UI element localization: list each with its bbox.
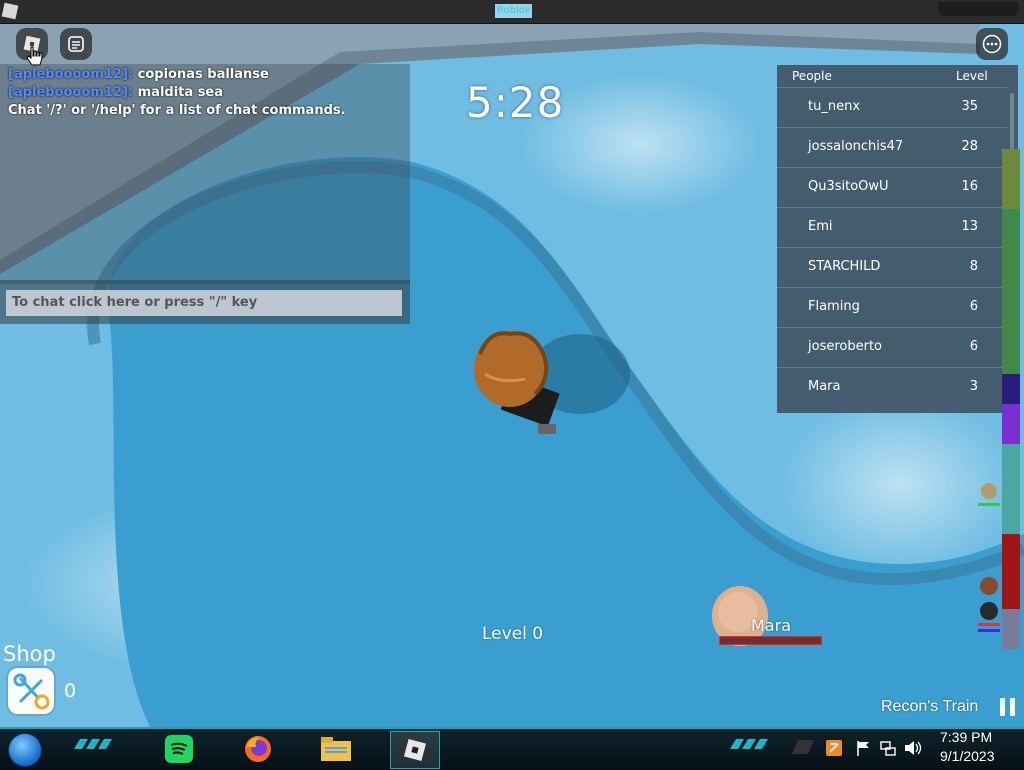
keyboard-icon[interactable] xyxy=(792,740,814,754)
taskbar-app-file-explorer[interactable] xyxy=(312,731,360,767)
chat-window: [apleboooom12]: copionas ballanse [apleb… xyxy=(0,64,410,324)
chat-message-author[interactable]: [apleboooom12]: xyxy=(8,67,133,82)
network-icon[interactable] xyxy=(880,740,896,756)
taskbar-decor-icon xyxy=(74,739,112,749)
chat-icon xyxy=(68,36,84,52)
chat-message: [apleboooom12]: copionas ballanse xyxy=(8,67,269,82)
leaderboard-header-people: People xyxy=(792,69,832,83)
leaderboard-row[interactable]: STARCHILD 8 xyxy=(777,247,1007,287)
clock-date[interactable]: 9/1/2023 xyxy=(940,748,995,764)
chat-input[interactable]: To chat click here or press "/" key xyxy=(6,290,402,316)
flag-icon[interactable] xyxy=(856,740,872,756)
spotify-icon xyxy=(165,735,193,763)
player-progress-strip xyxy=(1002,149,1020,649)
roblox-icon xyxy=(403,738,427,762)
train-label: Recon's Train xyxy=(881,698,979,715)
player-level: 28 xyxy=(961,139,978,154)
npc-name-tag: Mara xyxy=(751,616,791,635)
player-name: Qu3sitoOwU xyxy=(808,179,889,194)
leaderboard-row[interactable]: joseroberto 6 xyxy=(777,327,1007,367)
coins-count: 0 xyxy=(64,680,77,702)
player-name: Emi xyxy=(808,219,833,234)
player-level: 35 xyxy=(961,99,978,114)
file-explorer-icon xyxy=(321,737,351,761)
roblox-app-icon xyxy=(1,2,19,20)
taskbar-decor-icon xyxy=(730,739,768,749)
more-icon xyxy=(982,34,1002,54)
window-controls[interactable] xyxy=(938,2,1018,16)
player-level: 6 xyxy=(969,339,978,354)
chat-message-text: copionas ballanse xyxy=(137,67,269,82)
leaderboard-row[interactable]: Mara 3 xyxy=(777,367,1007,407)
leaderboard-row[interactable]: tu_nenx 35 xyxy=(777,87,1007,127)
shop-button[interactable] xyxy=(8,668,54,714)
chat-message-text: Chat '/?' or '/help' for a list of chat … xyxy=(8,103,346,118)
clock-time[interactable]: 7:39 PM xyxy=(940,729,992,745)
player-level: 8 xyxy=(969,259,978,274)
taskbar-app-spotify[interactable] xyxy=(155,731,203,767)
player-level: 16 xyxy=(961,179,978,194)
chat-input-bar: To chat click here or press "/" key xyxy=(0,280,410,324)
player-name: Flaming xyxy=(808,299,860,314)
chat-toggle-button[interactable] xyxy=(60,28,92,60)
window-titlebar: Roblox xyxy=(0,0,1024,24)
pause-icon[interactable] xyxy=(998,698,1018,716)
player-level: 6 xyxy=(969,299,978,314)
player-level: 3 xyxy=(969,379,978,394)
player-avatars-icon xyxy=(978,483,1000,632)
start-button[interactable] xyxy=(9,734,41,766)
chat-message-author[interactable]: [apleboooom12]: xyxy=(8,85,133,100)
chat-message: [apleboooom12]: maldita sea xyxy=(8,85,223,100)
player-leaderboard: People Level tu_nenx 35 jossalonchis47 2… xyxy=(777,65,1018,413)
volume-icon[interactable] xyxy=(904,740,922,756)
chat-system-message: Chat '/?' or '/help' for a list of chat … xyxy=(8,103,346,118)
leaderboard-row[interactable]: Qu3sitoOwU 16 xyxy=(777,167,1007,207)
os-taskbar: 7:39 PM 9/1/2023 xyxy=(0,727,1024,770)
firefox-icon xyxy=(245,736,271,762)
leaderboard-header-level: Level xyxy=(956,69,988,83)
more-options-button[interactable] xyxy=(976,28,1008,60)
leaderboard-row[interactable]: Emi 13 xyxy=(777,207,1007,247)
taskbar-app-roblox[interactable] xyxy=(390,731,440,769)
player-level-label: Level 0 xyxy=(482,624,544,644)
game-viewport[interactable]: [apleboooom12]: copionas ballanse [apleb… xyxy=(0,24,1024,727)
leaderboard-row[interactable]: jossalonchis47 28 xyxy=(777,127,1007,167)
window-title: Roblox xyxy=(495,4,533,18)
player-name: Mara xyxy=(808,379,841,394)
leaderboard-row[interactable]: Flaming 6 xyxy=(777,287,1007,327)
npc-health-bar xyxy=(719,636,822,645)
player-name: tu_nenx xyxy=(808,99,861,114)
leaderboard-header: People Level xyxy=(777,65,1018,85)
chat-message-text: maldita sea xyxy=(137,85,224,100)
round-timer: 5:28 xyxy=(466,78,565,127)
player-name: jossalonchis47 xyxy=(808,139,904,154)
player-name: joseroberto xyxy=(808,339,882,354)
tray-app-icon[interactable] xyxy=(826,740,842,756)
shop-label: Shop xyxy=(3,642,56,666)
player-level: 13 xyxy=(961,219,978,234)
player-name: STARCHILD xyxy=(808,259,881,274)
taskbar-app-firefox[interactable] xyxy=(234,731,282,767)
shop-icon xyxy=(13,673,50,710)
